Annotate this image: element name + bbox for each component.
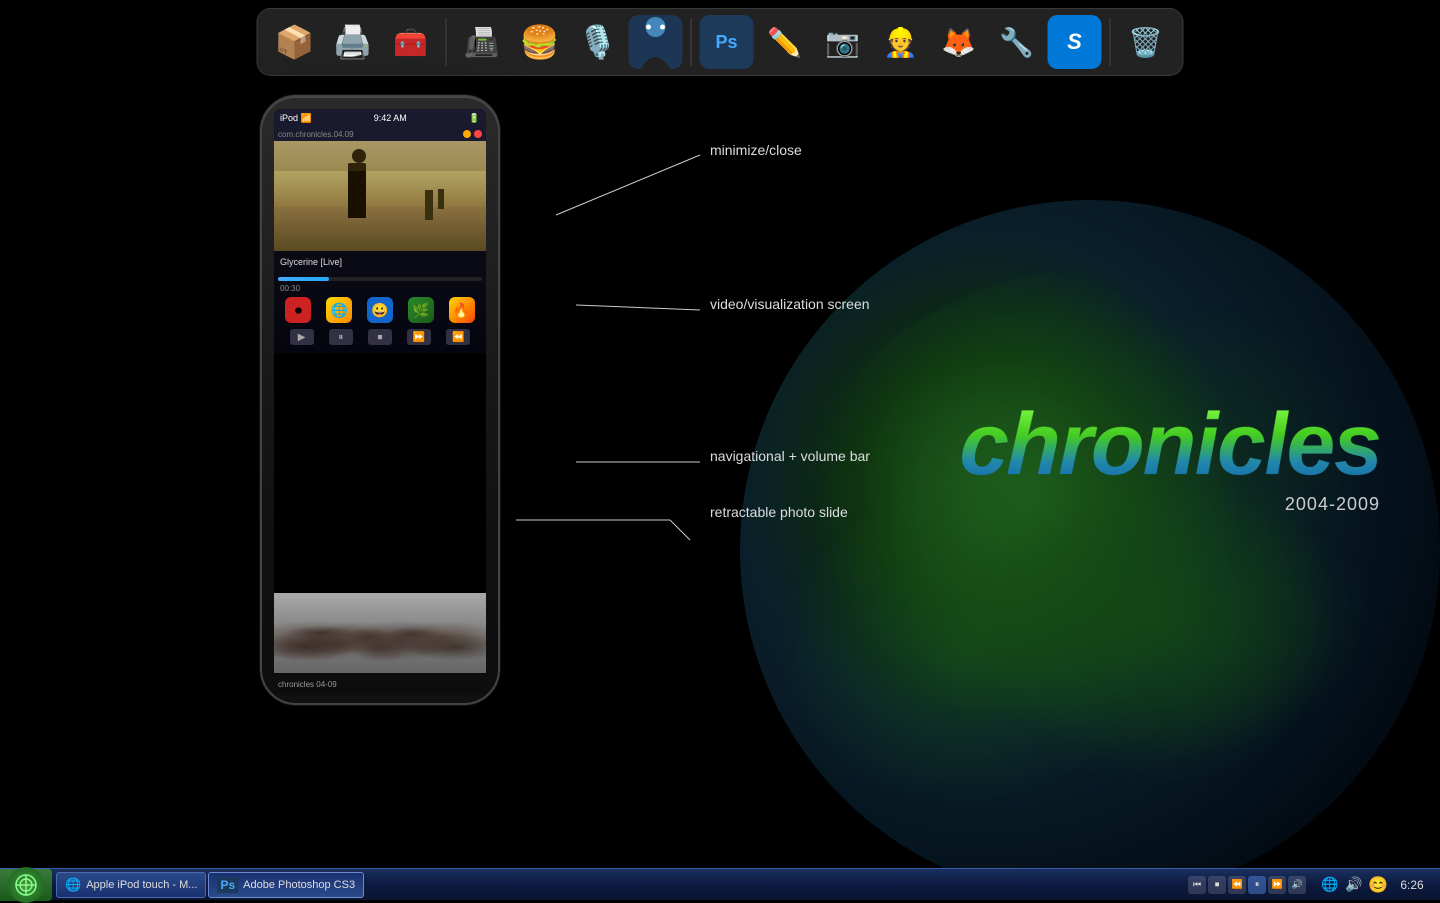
ipod-carrier: iPod 📶: [280, 113, 312, 124]
ipod-battery: 🔋: [469, 113, 480, 124]
chronicles-year: 2004-2009: [1285, 494, 1380, 515]
media-stop-button[interactable]: ⏹: [1208, 876, 1226, 894]
annotation-minimize-close: minimize/close: [710, 142, 802, 158]
minimize-button[interactable]: [463, 130, 471, 138]
wrench-icon[interactable]: 🔧: [990, 15, 1044, 69]
dock-separator-1: [446, 18, 447, 66]
start-button[interactable]: [0, 869, 52, 901]
ipod-screen: iPod 📶 9:42 AM 🔋 com.chronicles.04.09: [274, 109, 486, 623]
system-tray: 🌐 🔊 😊 6:26: [1312, 875, 1440, 895]
close-button[interactable]: [474, 130, 482, 138]
media-forward-button[interactable]: ⏩: [1268, 876, 1286, 894]
annotation-photo-slide: retractable photo slide: [710, 504, 848, 520]
record-icon[interactable]: ⏺: [285, 297, 311, 323]
ipod-time: 9:42 AM: [374, 113, 407, 123]
figure-silhouette: [348, 163, 366, 218]
taskbar-item-ps-icon: Ps: [217, 877, 238, 893]
pause-button[interactable]: ⏸: [329, 329, 353, 345]
taskbar-item-photoshop[interactable]: Ps Adobe Photoshop CS3: [208, 872, 364, 898]
photo-section: chronicles 04-09: [274, 593, 486, 703]
spy-icon[interactable]: [629, 15, 683, 69]
smiley-tray-icon[interactable]: 😊: [1368, 875, 1388, 895]
leaf-icon[interactable]: 🌿: [408, 297, 434, 323]
annotation-nav-volume: navigational + volume bar: [710, 448, 870, 464]
scanner-icon[interactable]: 📠: [455, 15, 509, 69]
media-prev-button[interactable]: ⏮: [1188, 876, 1206, 894]
ipod-device-wrapper: iPod 📶 9:42 AM 🔋 com.chronicles.04.09: [260, 95, 500, 705]
taskbar-time: 6:26: [1392, 878, 1432, 892]
taskbar-item-ps-label: Adobe Photoshop CS3: [243, 879, 355, 891]
taskbar-item-ipod-label: Apple iPod touch - M...: [86, 879, 197, 891]
ipod-titlebar: com.chronicles.04.09: [274, 127, 486, 141]
ball-icon[interactable]: 🌐: [326, 297, 352, 323]
taskbar-item-ipod-icon: 🌐: [65, 877, 81, 893]
ipod-status-bar: iPod 📶 9:42 AM 🔋: [274, 109, 486, 127]
camera-icon[interactable]: 📷: [816, 15, 870, 69]
media-volume-button[interactable]: 🔊: [1288, 876, 1306, 894]
rewind-button[interactable]: ⏪: [446, 329, 470, 345]
play-button[interactable]: ▶: [290, 329, 314, 345]
ipod-player: 00:30 ⏺ 🌐 😀 🌿 🔥 ▶ ⏸ ⏹ ⏩ ⏪: [274, 273, 486, 353]
start-button-logo: [8, 867, 44, 903]
volume-tray-icon[interactable]: 🔊: [1344, 875, 1364, 895]
character2-icon[interactable]: 😀: [367, 297, 393, 323]
firefox-dock-icon[interactable]: 🦊: [932, 15, 986, 69]
playback-time: 00:30: [278, 284, 482, 293]
tree-1: [425, 190, 433, 220]
ipod-device: iPod 📶 9:42 AM 🔋 com.chronicles.04.09: [260, 95, 500, 705]
ipod-video-screen: [274, 141, 486, 251]
media-play-pause-button[interactable]: ⏸: [1248, 876, 1266, 894]
figure-head: [352, 149, 366, 163]
ipod-song-info: Glycerine [Live]: [274, 251, 486, 273]
taskbar-media-controls: ⏮ ⏹ ⏪ ⏸ ⏩ 🔊: [1182, 876, 1312, 894]
song-name: Glycerine [Live]: [280, 257, 342, 267]
photoshop-dock-icon[interactable]: Ps: [700, 15, 754, 69]
progress-fill: [278, 277, 329, 281]
dock-separator-3: [1110, 18, 1111, 66]
taskbar: 🌐 Apple iPod touch - M... Ps Adobe Photo…: [0, 868, 1440, 900]
photo-label: chronicles 04-09: [278, 680, 337, 689]
taskbar-item-ipod[interactable]: 🌐 Apple iPod touch - M...: [56, 872, 206, 898]
network-tray-icon[interactable]: 🌐: [1320, 875, 1340, 895]
photo-content: [274, 593, 486, 673]
media-rewind-button[interactable]: ⏪: [1228, 876, 1246, 894]
character-icon[interactable]: 👷: [874, 15, 928, 69]
mic-icon[interactable]: 🎙️: [571, 15, 625, 69]
window-controls: [463, 130, 482, 138]
toolbox-icon[interactable]: 🧰: [384, 15, 438, 69]
annotation-video-screen: video/visualization screen: [710, 296, 870, 312]
sketch-icon[interactable]: ✏️: [758, 15, 812, 69]
skype-icon[interactable]: S: [1048, 15, 1102, 69]
firefox2-icon[interactable]: 🔥: [449, 297, 475, 323]
app-icons-row: ⏺ 🌐 😀 🌿 🔥: [278, 297, 482, 323]
playback-controls: ▶ ⏸ ⏹ ⏩ ⏪: [278, 327, 482, 347]
stop-button[interactable]: ⏹: [368, 329, 392, 345]
printer-icon[interactable]: 🖨️: [326, 15, 380, 69]
photo-label-bar: chronicles 04-09: [274, 673, 486, 695]
fast-forward-button[interactable]: ⏩: [407, 329, 431, 345]
tree-2: [438, 189, 444, 209]
chronicles-title: chronicles: [958, 401, 1382, 489]
dock: 📦 🖨️ 🧰 📠 🍔 🎙️ Ps ✏️ 📷 👷 🦊 🔧 S 🗑️: [257, 8, 1184, 76]
ipod-app-title: com.chronicles.04.09: [278, 130, 354, 139]
progress-bar[interactable]: [278, 277, 482, 281]
archive-icon[interactable]: 📦: [268, 15, 322, 69]
taskbar-items: 🌐 Apple iPod touch - M... Ps Adobe Photo…: [56, 872, 619, 898]
burger-icon[interactable]: 🍔: [513, 15, 567, 69]
trash-icon[interactable]: 🗑️: [1119, 15, 1173, 69]
dock-separator-2: [691, 18, 692, 66]
crowd-overlay: [274, 598, 486, 668]
